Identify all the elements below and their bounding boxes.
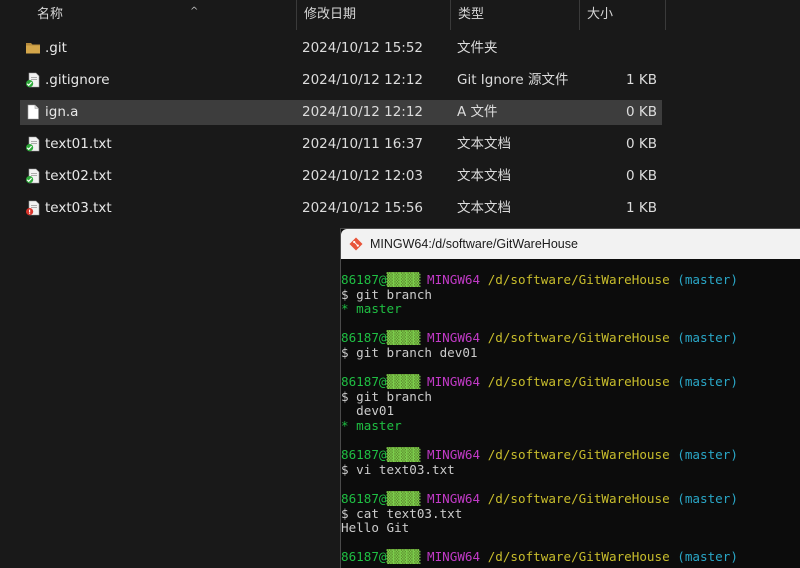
column-header-name[interactable]: ^ 名称 <box>30 0 297 30</box>
prompt-host: ▒▒▒▒▒ <box>386 272 420 287</box>
prompt-path: /d/software/GitWareHouse <box>487 374 670 390</box>
prompt-user: 86187@ <box>341 490 387 506</box>
prompt-path: /d/software/GitWareHouse <box>487 490 670 506</box>
prompt-system: MINGW64 <box>427 272 481 287</box>
file-size: 0 KB <box>626 104 657 120</box>
command-output: * master <box>341 301 402 317</box>
git-tracked-file-icon <box>25 168 41 184</box>
column-header-size[interactable]: 大小 <box>580 0 666 30</box>
column-header-date-label: 修改日期 <box>304 7 357 22</box>
terminal-output[interactable]: 86187@▒▒▒▒▒ MINGW64 /d/software/GitWareH… <box>341 272 738 565</box>
git-tracked-file-icon <box>25 136 41 152</box>
file-date: 2024/10/12 12:03 <box>302 168 424 184</box>
git-bash-icon <box>349 237 363 251</box>
column-header-size-label: 大小 <box>587 7 614 22</box>
prompt-path: /d/software/GitWareHouse <box>487 330 670 346</box>
command-output: * master <box>341 417 402 433</box>
file-size: 0 KB <box>626 136 657 152</box>
prompt-user: 86187@ <box>341 272 387 287</box>
prompt-user: 86187@ <box>341 374 387 390</box>
prompt-line: 86187@▒▒▒▒▒ MINGW64 /d/software/GitWareH… <box>341 374 738 390</box>
column-header-name-label: 名称 <box>37 7 64 22</box>
folder-icon <box>25 40 41 56</box>
command-output: Hello Git <box>341 520 410 536</box>
file-row[interactable]: .git 2024/10/12 15:52 文件夹 <box>20 36 662 61</box>
file-size: 0 KB <box>626 168 657 184</box>
terminal-titlebar[interactable]: MINGW64:/d/software/GitWareHouse <box>341 229 800 259</box>
prompt-branch: (master) <box>677 272 738 287</box>
file-date: 2024/10/11 16:37 <box>302 136 424 152</box>
file-row[interactable]: text03.txt 2024/10/12 15:56 文本文档 1 KB <box>20 196 662 221</box>
file-name: text02.txt <box>45 168 112 184</box>
file-name: .gitignore <box>45 72 110 88</box>
prompt-system: MINGW64 <box>427 549 481 565</box>
prompt-path: /d/software/GitWareHouse <box>487 272 670 287</box>
file-date: 2024/10/12 12:12 <box>302 72 424 88</box>
prompt-host: ▒▒▒▒▒ <box>386 549 420 565</box>
prompt-system: MINGW64 <box>427 490 481 506</box>
prompt-system: MINGW64 <box>427 447 481 463</box>
file-type: 文本文档 <box>457 200 511 216</box>
column-header-date[interactable]: 修改日期 <box>297 0 451 30</box>
file-size <box>580 36 657 61</box>
prompt-line: 86187@▒▒▒▒▒ MINGW64 /d/software/GitWareH… <box>341 447 738 463</box>
prompt-branch: (master) <box>677 374 738 390</box>
column-header-type[interactable]: 类型 <box>451 0 580 30</box>
git-modified-file-icon <box>25 200 41 216</box>
file-date: 2024/10/12 15:52 <box>302 40 424 56</box>
command-line: $ git branch dev01 <box>341 344 478 360</box>
prompt-line: 86187@▒▒▒▒▒ MINGW64 /d/software/GitWareH… <box>341 549 738 565</box>
prompt-branch: (master) <box>677 549 738 565</box>
prompt-user: 86187@ <box>341 549 387 565</box>
prompt-host: ▒▒▒▒▒ <box>386 490 420 506</box>
file-type: A 文件 <box>457 104 498 120</box>
command-line: $ vi text03.txt <box>341 461 455 477</box>
terminal-title: MINGW64:/d/software/GitWareHouse <box>370 237 578 251</box>
file-date: 2024/10/12 15:56 <box>302 200 424 216</box>
prompt-path: /d/software/GitWareHouse <box>487 447 670 463</box>
prompt-line: 86187@▒▒▒▒▒ MINGW64 /d/software/GitWareH… <box>341 272 738 288</box>
prompt-host: ▒▒▒▒▒ <box>386 330 420 346</box>
file-name: .git <box>45 40 67 56</box>
file-type: Git Ignore 源文件 <box>457 72 569 88</box>
file-row[interactable]: ign.a 2024/10/12 12:12 A 文件 0 KB <box>20 100 662 125</box>
prompt-branch: (master) <box>677 447 738 463</box>
prompt-path: /d/software/GitWareHouse <box>487 549 670 565</box>
prompt-host: ▒▒▒▒▒ <box>386 447 420 463</box>
file-type: 文本文档 <box>457 168 511 184</box>
file-size: 1 KB <box>626 200 657 216</box>
command-output: dev01 <box>341 403 395 419</box>
prompt-user: 86187@ <box>341 330 387 346</box>
prompt-system: MINGW64 <box>427 330 481 346</box>
file-row[interactable]: text01.txt 2024/10/11 16:37 文本文档 0 KB <box>20 132 662 157</box>
prompt-user: 86187@ <box>341 447 387 463</box>
file-name: text03.txt <box>45 200 112 216</box>
file-name: text01.txt <box>45 136 112 152</box>
command-line: $ cat text03.txt <box>341 505 463 521</box>
file-name: ign.a <box>45 104 79 120</box>
git-bash-window[interactable]: MINGW64:/d/software/GitWareHouse 86187@▒… <box>340 228 800 568</box>
file-row[interactable]: text02.txt 2024/10/12 12:03 文本文档 0 KB <box>20 164 662 189</box>
command-line: $ git branch <box>341 286 432 302</box>
prompt-line: 86187@▒▒▒▒▒ MINGW64 /d/software/GitWareH… <box>341 330 738 346</box>
file-size: 1 KB <box>626 72 657 88</box>
git-file-icon <box>25 72 41 88</box>
prompt-branch: (master) <box>677 330 738 346</box>
file-type: 文本文档 <box>457 136 511 152</box>
file-type: 文件夹 <box>457 40 498 56</box>
prompt-system: MINGW64 <box>427 374 481 390</box>
prompt-host: ▒▒▒▒▒ <box>386 374 420 390</box>
file-date: 2024/10/12 12:12 <box>302 104 424 120</box>
prompt-line: 86187@▒▒▒▒▒ MINGW64 /d/software/GitWareH… <box>341 490 738 507</box>
sort-ascending-icon: ^ <box>190 6 199 17</box>
blank-file-icon <box>25 104 41 120</box>
command-line: $ git branch <box>341 388 432 404</box>
prompt-branch: (master) <box>677 490 738 506</box>
file-row[interactable]: .gitignore 2024/10/12 12:12 Git Ignore 源文件… <box>20 68 662 93</box>
column-header-type-label: 类型 <box>458 7 485 22</box>
